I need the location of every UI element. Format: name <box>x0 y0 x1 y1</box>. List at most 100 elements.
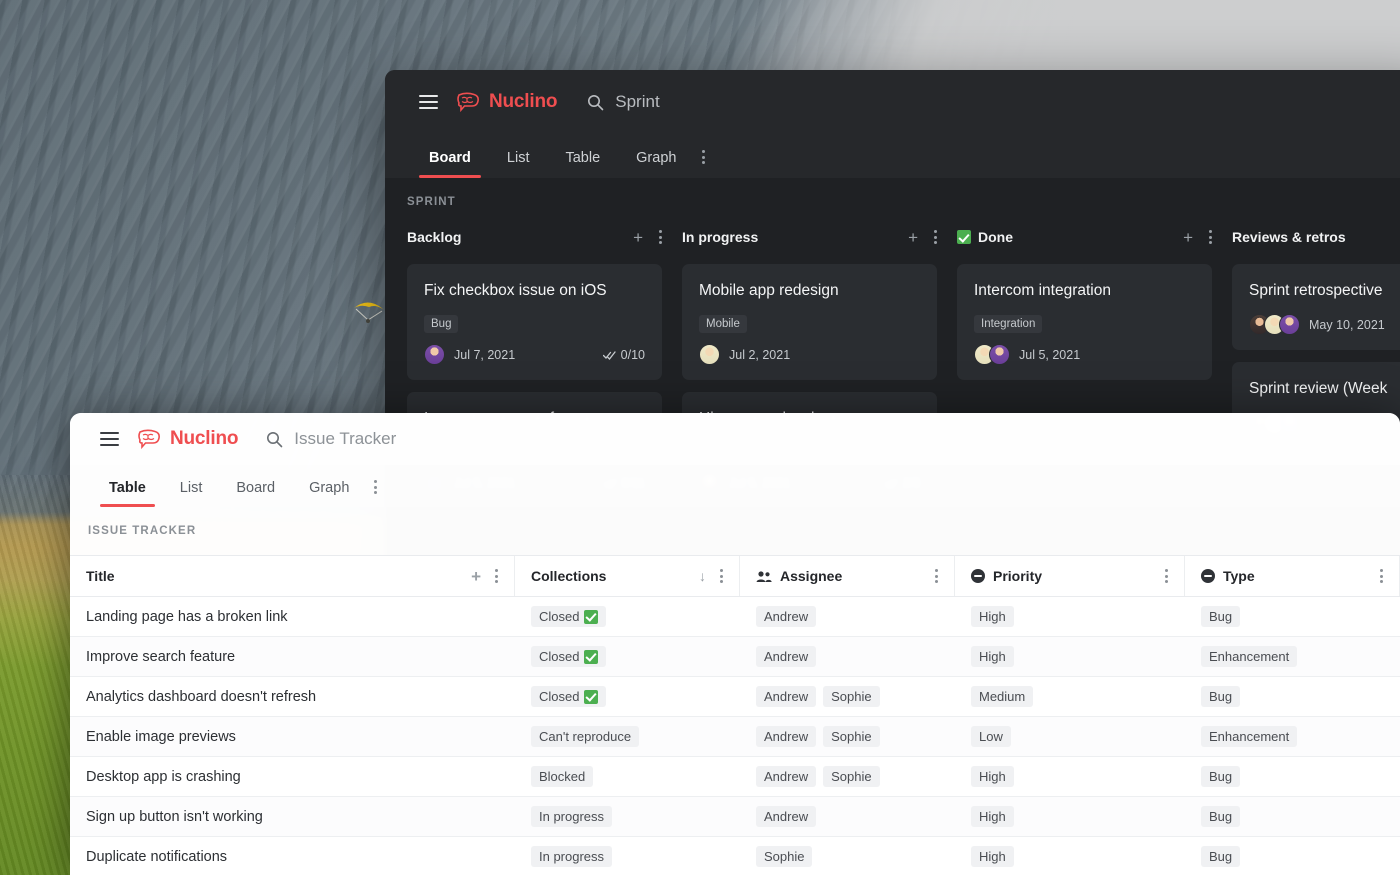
cell-priority[interactable]: Medium <box>955 677 1185 716</box>
column-menu-icon[interactable] <box>1380 569 1383 583</box>
table-row[interactable]: Landing page has a broken link Closed Andr… <box>70 597 1400 637</box>
cell-type[interactable]: Bug <box>1185 597 1400 636</box>
cell-assignee[interactable]: Andrew <box>740 797 955 836</box>
cell-collections[interactable]: Can't reproduce <box>515 717 740 756</box>
cell-priority[interactable]: High <box>955 637 1185 676</box>
cell-title[interactable]: Sign up button isn't working <box>70 797 515 836</box>
nuclino-logo[interactable]: Nuclino <box>137 428 238 450</box>
avatar <box>989 344 1010 366</box>
tracker-tabs-more-icon[interactable] <box>374 480 378 507</box>
column-menu-icon[interactable] <box>720 569 723 583</box>
nuclino-brain-logo <box>457 92 479 112</box>
cell-priority[interactable]: High <box>955 597 1185 636</box>
cell-type[interactable]: Bug <box>1185 837 1400 875</box>
cell-type[interactable]: Bug <box>1185 677 1400 716</box>
tab-board[interactable]: Board <box>419 150 481 178</box>
cell-assignee[interactable]: Andrew Sophie <box>740 717 955 756</box>
tab-board[interactable]: Board <box>227 480 284 507</box>
cell-type[interactable]: Bug <box>1185 757 1400 796</box>
column-header-priority[interactable]: Priority <box>955 556 1185 596</box>
tab-graph[interactable]: Graph <box>626 150 686 178</box>
tab-list[interactable]: List <box>171 480 212 507</box>
cell-type[interactable]: Enhancement <box>1185 717 1400 756</box>
add-card-icon[interactable]: + <box>633 229 643 246</box>
column-menu-icon[interactable] <box>659 230 662 244</box>
cell-title[interactable]: Desktop app is crashing <box>70 757 515 796</box>
board-card[interactable]: Fix checkbox issue on iOS Bug Jul 7, 202… <box>407 264 662 381</box>
hamburger-menu-icon[interactable] <box>419 95 438 109</box>
add-card-icon[interactable]: + <box>908 229 918 246</box>
column-header-label: Priority <box>993 568 1043 584</box>
type-pill: Bug <box>1201 846 1241 867</box>
cell-collections[interactable]: In progress <box>515 837 740 875</box>
tab-table[interactable]: Table <box>555 150 610 178</box>
tab-graph[interactable]: Graph <box>300 480 358 507</box>
column-menu-icon[interactable] <box>934 230 937 244</box>
cell-assignee[interactable]: Andrew <box>740 637 955 676</box>
table-row[interactable]: Analytics dashboard doesn't refresh Close… <box>70 677 1400 717</box>
add-column-icon[interactable]: + <box>471 568 481 585</box>
collection-pill: In progress <box>531 806 613 827</box>
collection-pill: In progress <box>531 846 613 867</box>
cell-collections[interactable]: Closed <box>515 637 740 676</box>
column-header-collections[interactable]: Collections ↓ <box>515 556 740 596</box>
column-menu-icon[interactable] <box>935 569 938 583</box>
type-pill: Enhancement <box>1201 726 1298 747</box>
cell-title[interactable]: Analytics dashboard doesn't refresh <box>70 677 515 716</box>
priority-pill: High <box>971 606 1014 627</box>
column-menu-icon[interactable] <box>1165 569 1168 583</box>
type-pill: Bug <box>1201 686 1241 707</box>
priority-pill: High <box>971 846 1014 867</box>
hamburger-menu-icon[interactable] <box>100 432 119 446</box>
cell-assignee[interactable]: Andrew <box>740 597 955 636</box>
cell-assignee[interactable]: Sophie <box>740 837 955 875</box>
issue-table: Title + Collections ↓ Assignee Priority … <box>70 555 1400 875</box>
tracker-search-input[interactable]: Issue Tracker <box>266 429 396 449</box>
cell-assignee[interactable]: Andrew Sophie <box>740 757 955 796</box>
cell-assignee[interactable]: Andrew Sophie <box>740 677 955 716</box>
sort-descending-arrow-icon[interactable]: ↓ <box>699 568 706 584</box>
table-row[interactable]: Sign up button isn't working In progress A… <box>70 797 1400 837</box>
card-title: Mobile app redesign <box>699 282 839 299</box>
cell-priority[interactable]: High <box>955 837 1185 875</box>
table-row[interactable]: Desktop app is crashing Blocked Andrew Soph… <box>70 757 1400 797</box>
column-header-assignee[interactable]: Assignee <box>740 556 955 596</box>
board-card[interactable]: Sprint retrospective May 10, 2021 <box>1232 264 1400 351</box>
cell-priority[interactable]: High <box>955 757 1185 796</box>
column-header-title[interactable]: Title + <box>70 556 515 596</box>
table-row[interactable]: Improve search feature Closed Andrew High En… <box>70 637 1400 677</box>
avatar <box>699 344 720 366</box>
cell-priority[interactable]: High <box>955 797 1185 836</box>
brand-name: Nuclino <box>170 428 239 449</box>
nuclino-logo[interactable]: Nuclino <box>456 91 557 113</box>
tracker-body: ISSUE TRACKER Title + Collections ↓ Assi… <box>70 507 1400 875</box>
table-body: Landing page has a broken link Closed Andr… <box>70 597 1400 875</box>
add-card-icon[interactable]: + <box>1183 229 1193 246</box>
cell-collections[interactable]: Closed <box>515 677 740 716</box>
cell-type[interactable]: Bug <box>1185 797 1400 836</box>
cell-title[interactable]: Landing page has a broken link <box>70 597 515 636</box>
cell-title[interactable]: Improve search feature <box>70 637 515 676</box>
table-row[interactable]: Enable image previews Can't reproduce Andr… <box>70 717 1400 757</box>
table-row[interactable]: Duplicate notifications In progress Sophie… <box>70 837 1400 875</box>
cell-collections[interactable]: Closed <box>515 597 740 636</box>
priority-pill: Low <box>971 726 1011 747</box>
column-menu-icon[interactable] <box>495 569 498 583</box>
cell-collections[interactable]: In progress <box>515 797 740 836</box>
cell-collections[interactable]: Blocked <box>515 757 740 796</box>
cell-title[interactable]: Enable image previews <box>70 717 515 756</box>
cell-type[interactable]: Enhancement <box>1185 637 1400 676</box>
board-card[interactable]: Intercom integration Integration Jul 5, … <box>957 264 1212 381</box>
board-tabs-more-icon[interactable] <box>702 150 706 178</box>
people-icon <box>756 570 772 582</box>
assignee-pill: Andrew <box>756 766 817 787</box>
tab-list[interactable]: List <box>497 150 540 178</box>
tab-table[interactable]: Table <box>100 480 155 507</box>
board-card[interactable]: Mobile app redesign Mobile Jul 2, 2021 <box>682 264 937 381</box>
column-title: Backlog <box>407 229 462 245</box>
column-menu-icon[interactable] <box>1209 230 1212 244</box>
column-header-type[interactable]: Type <box>1185 556 1400 596</box>
cell-priority[interactable]: Low <box>955 717 1185 756</box>
cell-title[interactable]: Duplicate notifications <box>70 837 515 875</box>
board-search-input[interactable]: Sprint <box>587 92 660 112</box>
